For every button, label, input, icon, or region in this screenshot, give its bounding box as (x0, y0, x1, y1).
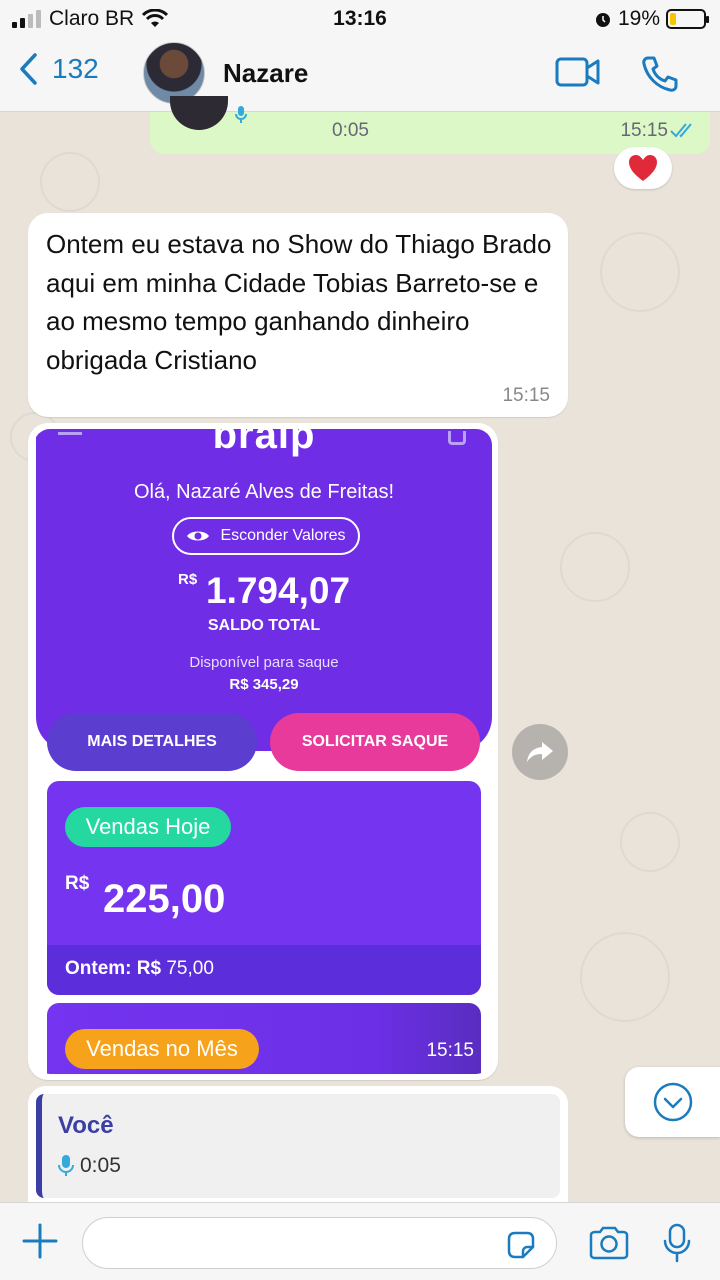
sales-today-value: 225,00 (103, 877, 226, 921)
battery-percent: 19% (617, 7, 660, 30)
plus-icon[interactable] (20, 1221, 60, 1261)
braip-logo: braip (212, 429, 316, 457)
status-bar: Claro BR 13:16 19% (0, 0, 720, 36)
message-time: 15:15 (426, 1040, 474, 1061)
message-reaction[interactable] (614, 147, 672, 189)
yesterday-value: 75,00 (166, 958, 214, 979)
hide-values-label: Esconder Valores (220, 527, 346, 544)
microphone-icon (58, 1155, 74, 1176)
sales-today-currency: R$ (65, 873, 90, 894)
sticker-icon[interactable] (505, 1229, 537, 1261)
yesterday-label: Ontem: R$ (65, 958, 162, 979)
withdraw-button: SOLICITAR SAQUE (270, 713, 480, 771)
sales-today-card: Vendas Hoje R$ 225,00 Ontem: R$ 75,00 (47, 781, 481, 995)
double-check-icon (670, 123, 692, 138)
message-text: Ontem eu estava no Show do Thiago Brado … (46, 229, 552, 375)
microphone-icon[interactable] (662, 1223, 692, 1263)
available-label: Disponível para saque (189, 654, 339, 671)
forward-icon (527, 742, 553, 762)
balance-value: 1.794,07 (206, 570, 351, 611)
hide-values-button: Esconder Valores (172, 517, 360, 555)
forward-button[interactable] (512, 724, 568, 780)
reply-message[interactable]: Você 0:05 (28, 1086, 568, 1206)
composer-bar (0, 1202, 720, 1280)
chevron-left-icon (20, 53, 37, 85)
incoming-image-message[interactable]: braip Olá, Nazaré Alves de Freitas! Esco… (28, 423, 498, 1080)
screenshot-image[interactable]: braip Olá, Nazaré Alves de Freitas! Esco… (34, 429, 492, 1074)
phone-icon[interactable] (640, 54, 680, 94)
message-input[interactable] (82, 1217, 557, 1269)
back-button[interactable]: 132 (18, 52, 99, 86)
greeting: Olá, Nazaré Alves de Freitas! (133, 481, 395, 503)
quoted-message[interactable]: Você 0:05 (36, 1094, 560, 1198)
microphone-icon (235, 106, 247, 123)
unread-count: 132 (52, 53, 99, 84)
incoming-text-message[interactable]: Ontem eu estava no Show do Thiago Brado … (28, 213, 568, 417)
message-time: 15:15 (502, 385, 550, 406)
sender-avatar (170, 96, 228, 130)
message-time: 15:15 (620, 120, 668, 141)
chat-header: 132 Nazare (0, 36, 720, 112)
quoted-author: Você (58, 1112, 114, 1139)
sales-month-label: Vendas no Mês (65, 1029, 259, 1069)
balance-card: braip Olá, Nazaré Alves de Freitas! Esco… (36, 429, 492, 751)
alarm-icon (595, 13, 610, 27)
camera-icon[interactable] (588, 1225, 630, 1261)
bell-icon (448, 431, 466, 445)
audio-duration: 0:05 (332, 120, 369, 141)
yesterday-bar: Ontem: R$ 75,00 (47, 945, 481, 995)
currency-label: R$ (178, 571, 198, 588)
chevron-down-icon (653, 1082, 692, 1122)
eye-icon (187, 531, 210, 541)
contact-avatar[interactable] (143, 42, 205, 104)
balance-label: SALDO TOTAL (207, 617, 321, 634)
heart-icon (629, 155, 657, 181)
sales-month-card: Vendas no Mês (47, 1003, 481, 1074)
available-value: R$ 345,29 (229, 676, 299, 693)
scroll-to-bottom-button[interactable] (625, 1067, 720, 1137)
video-call-icon[interactable] (555, 54, 601, 90)
quoted-duration: 0:05 (80, 1154, 121, 1177)
details-button: MAIS DETALHES (47, 713, 257, 771)
contact-name[interactable]: Nazare (223, 58, 308, 89)
battery-icon (666, 9, 709, 29)
sales-today-label: Vendas Hoje (65, 807, 231, 847)
